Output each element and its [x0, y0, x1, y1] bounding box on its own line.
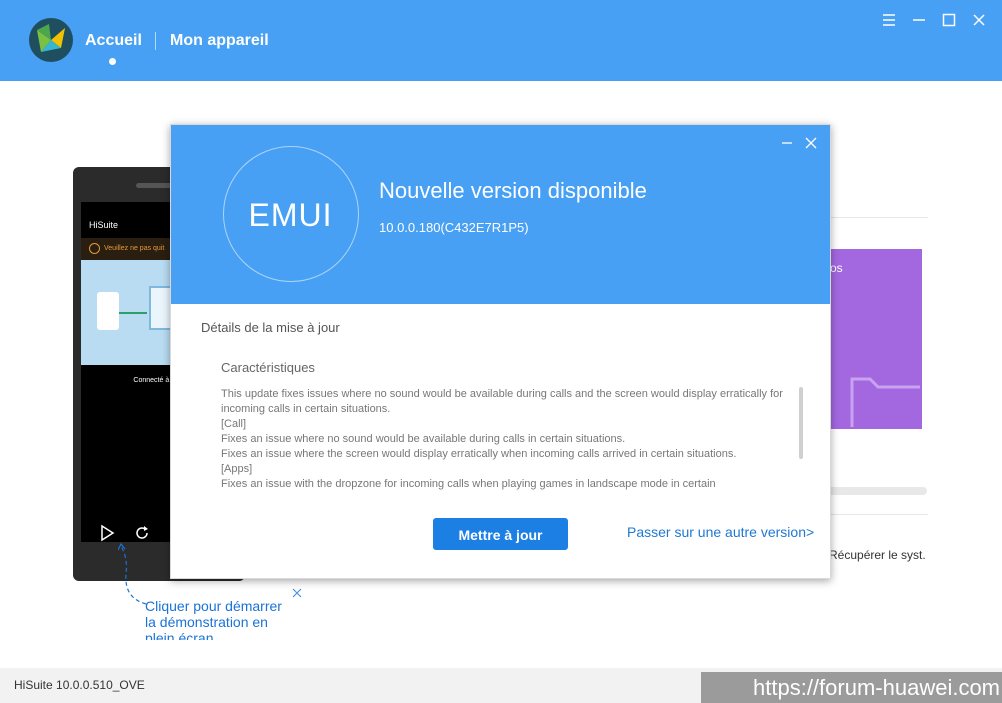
- other-version-link[interactable]: Passer sur une autre version>: [627, 524, 814, 540]
- app-version-text: HiSuite 10.0.0.510_OVE: [14, 678, 145, 692]
- divider: [828, 514, 928, 515]
- divider: [828, 217, 928, 218]
- phone-app-title: HiSuite: [89, 220, 119, 230]
- warning-icon: [89, 242, 100, 254]
- emui-logo-circle: EMUI: [223, 146, 359, 282]
- storage-progress-bar: [828, 487, 927, 495]
- nav-tab-home[interactable]: Accueil: [85, 32, 142, 50]
- update-dialog: EMUI Nouvelle version disponible 10.0.0.…: [170, 124, 831, 579]
- release-note-line: Fixes an issue with the dropzone for inc…: [221, 478, 716, 490]
- menu-icon[interactable]: [881, 12, 897, 28]
- dialog-minimize-icon[interactable]: [780, 136, 794, 150]
- release-note-line: Fixes an issue where the screen would di…: [221, 448, 737, 460]
- tip-arrow-icon: [118, 542, 147, 605]
- play-icon[interactable]: [98, 524, 116, 542]
- watermark-text: https://forum-huawei.com: [701, 672, 1002, 703]
- release-notes[interactable]: This update fixes issues where no sound …: [221, 387, 789, 505]
- title-bar: Accueil Mon appareil: [0, 0, 1002, 81]
- features-title: Caractéristiques: [221, 360, 315, 375]
- purple-card-text: os: [830, 261, 843, 275]
- release-note-line: Fixes an issue where no sound would be a…: [221, 433, 626, 445]
- build-number: 10.0.0.180(C432E7R1P5): [379, 220, 529, 235]
- nav-tab-my-device[interactable]: Mon appareil: [170, 32, 269, 50]
- dialog-title: Nouvelle version disponible: [379, 178, 647, 203]
- release-notes-scrollbar[interactable]: [799, 387, 803, 459]
- folder-icon: [850, 377, 920, 427]
- hisuite-window: Accueil Mon appareil HiSuite Veuillez ne…: [0, 0, 1002, 703]
- hisuite-logo-icon: [29, 18, 73, 62]
- emui-logo-text: EMUI: [248, 197, 333, 233]
- update-details-title: Détails de la mise à jour: [201, 320, 340, 335]
- update-button[interactable]: Mettre à jour: [433, 518, 568, 550]
- nav-separator: [155, 32, 156, 50]
- release-note-line: [Apps]: [221, 463, 253, 475]
- recover-system-link[interactable]: Récupérer le syst.: [829, 548, 926, 562]
- release-note-line: [Call]: [221, 418, 247, 430]
- dialog-header: EMUI Nouvelle version disponible 10.0.0.…: [171, 125, 830, 304]
- demo-tip-text: Cliquer pour démarrer la démonstration e…: [145, 598, 282, 640]
- close-icon[interactable]: [971, 12, 987, 28]
- system-recovery-card[interactable]: os: [828, 249, 922, 429]
- cable-icon: [119, 312, 147, 314]
- tip-close-icon[interactable]: [290, 586, 304, 600]
- active-tab-indicator: [109, 58, 116, 65]
- dialog-close-icon[interactable]: [804, 136, 818, 150]
- phone-illus-device-icon: [97, 292, 119, 330]
- release-note-line: This update fixes issues where no sound …: [221, 388, 783, 415]
- maximize-icon[interactable]: [941, 12, 957, 28]
- minimize-icon[interactable]: [911, 12, 927, 28]
- phone-warning-text: Veuillez ne pas quit: [104, 245, 165, 252]
